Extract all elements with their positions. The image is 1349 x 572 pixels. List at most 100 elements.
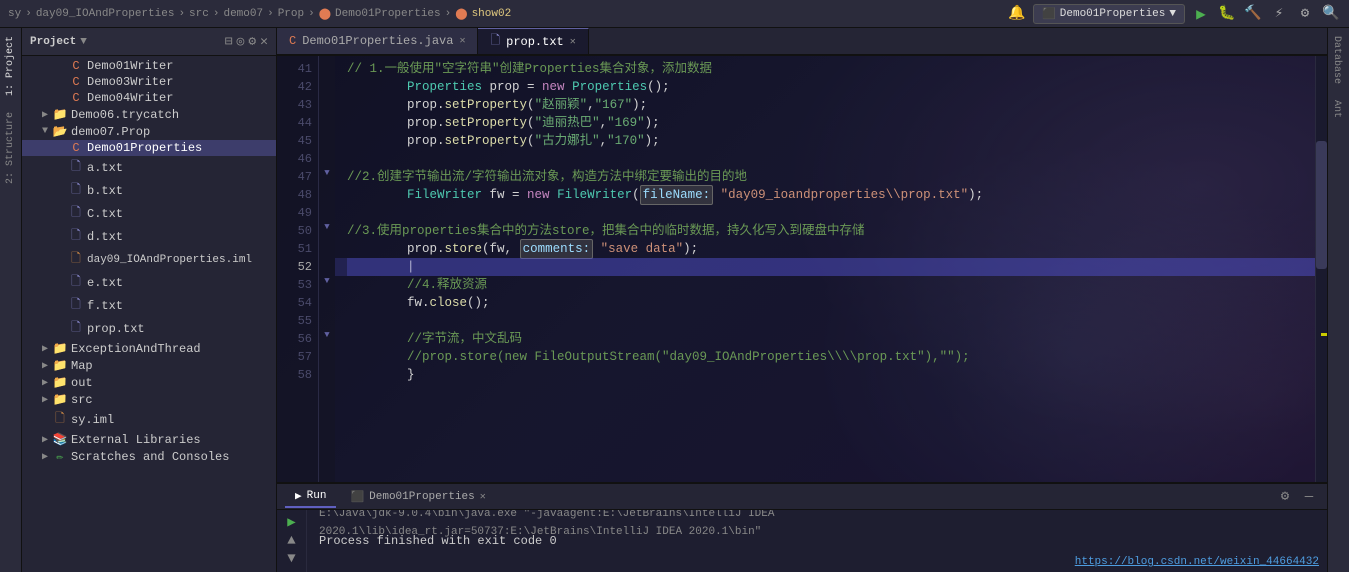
code-line-46 bbox=[347, 150, 1315, 168]
tab-bar: C Demo01Properties.java ✕ 🗋 prop.txt ✕ bbox=[277, 28, 1327, 56]
editor-area: C Demo01Properties.java ✕ 🗋 prop.txt ✕ 4… bbox=[277, 28, 1327, 482]
tab-prop-close[interactable]: ✕ bbox=[570, 36, 576, 48]
txt-tab-icon: 🗋 bbox=[490, 31, 500, 52]
list-item[interactable]: 🗋 prop.txt bbox=[22, 317, 276, 340]
folder-icon: 📁 bbox=[52, 375, 68, 390]
list-item[interactable]: C Demo01Writer bbox=[22, 58, 276, 74]
ant-panel-tab[interactable]: Ant bbox=[1328, 92, 1349, 126]
panel-close-icon[interactable]: ✕ bbox=[260, 34, 268, 49]
gutter-mark bbox=[319, 146, 335, 164]
run-config-tab-label: Demo01Properties bbox=[369, 491, 475, 503]
gutter-mark bbox=[319, 110, 335, 128]
folder-icon: 📁 bbox=[52, 358, 68, 373]
list-item[interactable]: 🗋 d.txt bbox=[22, 225, 276, 248]
list-item[interactable]: C Demo04Writer bbox=[22, 90, 276, 106]
code-editor[interactable]: // 1.一般使用"空字符串"创建Properties集合对象，添加数据 Pro… bbox=[335, 56, 1315, 482]
run-config-close-icon[interactable]: ✕ bbox=[480, 491, 486, 503]
list-item[interactable]: 🗋 f.txt bbox=[22, 294, 276, 317]
bottom-content: ▶ ▲ ▼ ■ E:\Java\jdk-9.0.4\bin\java.exe "… bbox=[277, 510, 1327, 572]
panel-header: Project ▼ ⊟ ◎ ⚙ ✕ bbox=[22, 28, 276, 56]
list-item[interactable]: 🗋 a.txt bbox=[22, 156, 276, 179]
code-line-48: FileWriter fw = new FileWriter ( fileNam… bbox=[347, 186, 1315, 204]
fold-marker[interactable]: ▼ bbox=[319, 326, 335, 344]
list-item[interactable]: ▶ 📁 src bbox=[22, 391, 276, 408]
list-item[interactable]: 🗋 day09_IOAndProperties.iml bbox=[22, 248, 276, 271]
left-vtabs: 1: Project 2: Structure bbox=[0, 28, 22, 572]
notification-icon[interactable]: 🔔 bbox=[1007, 4, 1027, 24]
profile-button[interactable]: ⚡ bbox=[1269, 4, 1289, 24]
cog-icon: ▼ bbox=[80, 36, 87, 48]
param-highlight-filename: fileName: bbox=[640, 185, 714, 205]
console-output: E:\Java\jdk-9.0.4\bin\java.exe "-javaage… bbox=[307, 510, 1047, 572]
collapse-all-button[interactable]: ⊟ bbox=[225, 34, 233, 49]
run-config-icon: ⬛ bbox=[1042, 7, 1056, 21]
java-icon: C bbox=[68, 91, 84, 105]
run-button[interactable]: ▶ bbox=[1191, 4, 1211, 24]
list-item[interactable]: ▶ 📁 ExceptionAndThread bbox=[22, 340, 276, 357]
scroll-down-button[interactable]: ▼ bbox=[282, 551, 302, 567]
run-tab[interactable]: ▶ Run bbox=[285, 486, 336, 508]
fold-marker[interactable]: ▼ bbox=[319, 272, 335, 290]
build-button[interactable]: 🔨 bbox=[1243, 4, 1263, 24]
scroll-up-button[interactable]: ▲ bbox=[282, 533, 302, 549]
lib-icon: 📚 bbox=[52, 432, 68, 447]
breadcrumb: sy › day09_IOAndProperties › src › demo0… bbox=[8, 7, 511, 21]
list-item[interactable]: ▶ 📚 External Libraries bbox=[22, 431, 276, 448]
console-cmd-line: E:\Java\jdk-9.0.4\bin\java.exe "-javaage… bbox=[319, 514, 1035, 532]
tab-demo01[interactable]: C Demo01Properties.java ✕ bbox=[277, 28, 478, 54]
code-line-52-current: | bbox=[347, 258, 1315, 276]
settings-bottom-icon[interactable]: ⚙ bbox=[1275, 487, 1295, 507]
list-item[interactable]: ▼ 📂 demo07.Prop bbox=[22, 123, 276, 140]
gutter-mark bbox=[319, 344, 335, 362]
fold-marker[interactable]: ▼ bbox=[319, 164, 335, 182]
code-line-44: prop. setProperty ( "迪丽热巴" , "169" ); bbox=[347, 114, 1315, 132]
blog-link[interactable]: https://blog.csdn.net/weixin_44664432 bbox=[1075, 556, 1319, 568]
scroll-thumb bbox=[1316, 141, 1327, 269]
rerun-button[interactable]: ▶ bbox=[282, 514, 302, 531]
main-area: 1: Project 2: Structure Project ▼ ⊟ ◎ ⚙ … bbox=[0, 28, 1349, 572]
scratches-label: Scratches and Consoles bbox=[71, 450, 229, 464]
code-line-49 bbox=[347, 204, 1315, 222]
list-item[interactable]: 🗋 e.txt bbox=[22, 271, 276, 294]
top-bar: sy › day09_IOAndProperties › src › demo0… bbox=[0, 0, 1349, 28]
tab-demo01-close[interactable]: ✕ bbox=[459, 35, 465, 47]
tab-prop[interactable]: 🗋 prop.txt ✕ bbox=[478, 28, 588, 54]
minimize-bottom-icon[interactable]: — bbox=[1299, 487, 1319, 507]
run-config-selector[interactable]: ⬛ Demo01Properties ▼ bbox=[1033, 4, 1185, 24]
list-item[interactable]: 🗋 b.txt bbox=[22, 179, 276, 202]
bottom-right: https://blog.csdn.net/weixin_44664432 bbox=[1047, 510, 1327, 572]
code-line-57: //prop.store(new FileOutputStream("day09… bbox=[347, 348, 1315, 366]
fold-marker[interactable]: ▼ bbox=[319, 218, 335, 236]
tab-demo01-label: Demo01Properties.java bbox=[302, 34, 453, 48]
project-tree: C Demo01Writer C Demo03Writer C Demo04Wr… bbox=[22, 56, 276, 572]
code-line-56: //字节流，中文乱码 bbox=[347, 330, 1315, 348]
list-item[interactable]: 🗋 sy.iml bbox=[22, 408, 276, 431]
run-config-tab[interactable]: ⬛ Demo01Properties ✕ bbox=[340, 486, 495, 508]
code-line-43: prop. setProperty ( "赵丽颖" , "167" ); bbox=[347, 96, 1315, 114]
settings-icon[interactable]: ⚙ bbox=[1295, 4, 1315, 24]
editor-scrollbar[interactable] bbox=[1315, 56, 1327, 482]
gutter-mark bbox=[319, 56, 335, 74]
list-item[interactable]: C Demo01Properties bbox=[22, 140, 276, 156]
bottom-tab-bar: ▶ Run ⬛ Demo01Properties ✕ ⚙ — bbox=[277, 484, 1327, 510]
database-panel-tab[interactable]: Database bbox=[1328, 28, 1349, 92]
editor-region: C Demo01Properties.java ✕ 🗋 prop.txt ✕ 4… bbox=[277, 28, 1327, 572]
list-item[interactable]: ▶ 📁 Demo06.trycatch bbox=[22, 106, 276, 123]
file-icon: 🗋 bbox=[68, 226, 84, 247]
sidebar-item-project[interactable]: 1: Project bbox=[2, 28, 19, 104]
list-item[interactable]: C Demo03Writer bbox=[22, 74, 276, 90]
list-item[interactable]: ▶ 📁 Map bbox=[22, 357, 276, 374]
list-item[interactable]: ▶ 📁 out bbox=[22, 374, 276, 391]
locate-file-button[interactable]: ◎ bbox=[237, 34, 245, 49]
java-icon: C bbox=[68, 141, 84, 155]
gutter-mark bbox=[319, 74, 335, 92]
list-item[interactable]: 🗋 C.txt bbox=[22, 202, 276, 225]
list-item[interactable]: ▶ ✏ Scratches and Consoles bbox=[22, 448, 276, 465]
panel-settings-icon[interactable]: ⚙ bbox=[248, 34, 256, 49]
console-result-text: Process finished with exit code 0 bbox=[319, 532, 557, 550]
folder-icon: 📁 bbox=[52, 341, 68, 356]
search-icon[interactable]: 🔍 bbox=[1321, 4, 1341, 24]
sidebar-item-structure[interactable]: 2: Structure bbox=[2, 104, 19, 192]
tab-prop-label: prop.txt bbox=[506, 35, 564, 49]
debug-button[interactable]: 🐛 bbox=[1217, 4, 1237, 24]
